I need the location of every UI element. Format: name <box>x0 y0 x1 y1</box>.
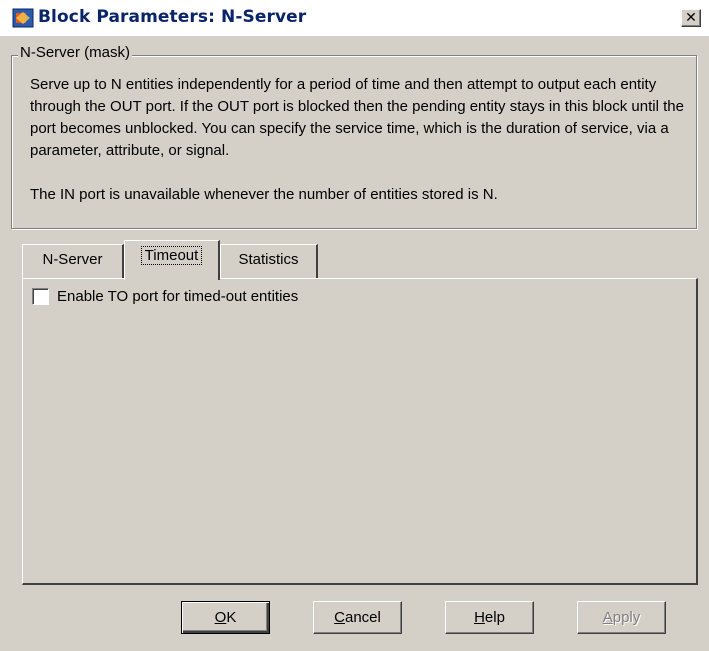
tab-timeout[interactable]: Timeout <box>124 240 220 280</box>
block-parameters-dialog: Block Parameters: N-Server ✕ N-Server (m… <box>0 0 709 651</box>
close-icon: ✕ <box>685 10 697 26</box>
title-bar[interactable]: Block Parameters: N-Server ✕ <box>0 0 709 36</box>
tab-label: Statistics <box>238 251 299 268</box>
enable-to-port-checkbox[interactable] <box>32 288 49 305</box>
timeout-tab-panel <box>22 278 698 585</box>
enable-to-port-label[interactable]: Enable TO port for timed-out entities <box>57 288 298 306</box>
close-button[interactable]: ✕ <box>681 9 701 27</box>
cancel-button[interactable]: Cancel <box>313 601 402 634</box>
apply-label: pply <box>612 609 641 626</box>
help-mnemonic: H <box>474 609 485 626</box>
ok-mnemonic: O <box>214 609 227 626</box>
apply-mnemonic: A <box>602 609 613 626</box>
window-title: Block Parameters: N-Server <box>38 7 307 27</box>
help-label: elp <box>484 609 505 626</box>
apply-button[interactable]: Apply <box>577 601 666 634</box>
cancel-label: ancel <box>344 609 381 626</box>
tab-label: Timeout <box>140 246 203 265</box>
ok-button[interactable]: OK <box>181 601 270 634</box>
description-paragraph: The IN port is unavailable whenever the … <box>30 186 498 203</box>
tab-label: N-Server <box>42 251 103 268</box>
simulink-block-icon <box>12 8 34 28</box>
help-button[interactable]: Help <box>445 601 534 634</box>
ok-label: K <box>226 609 237 626</box>
block-description: Serve up to N entities independently for… <box>30 74 690 206</box>
group-label: N-Server (mask) <box>18 44 133 61</box>
tab-statistics[interactable]: Statistics <box>220 244 318 278</box>
cancel-mnemonic: C <box>334 609 345 626</box>
description-paragraph: Serve up to N entities independently for… <box>30 76 684 159</box>
tab-n-server[interactable]: N-Server <box>22 244 124 278</box>
